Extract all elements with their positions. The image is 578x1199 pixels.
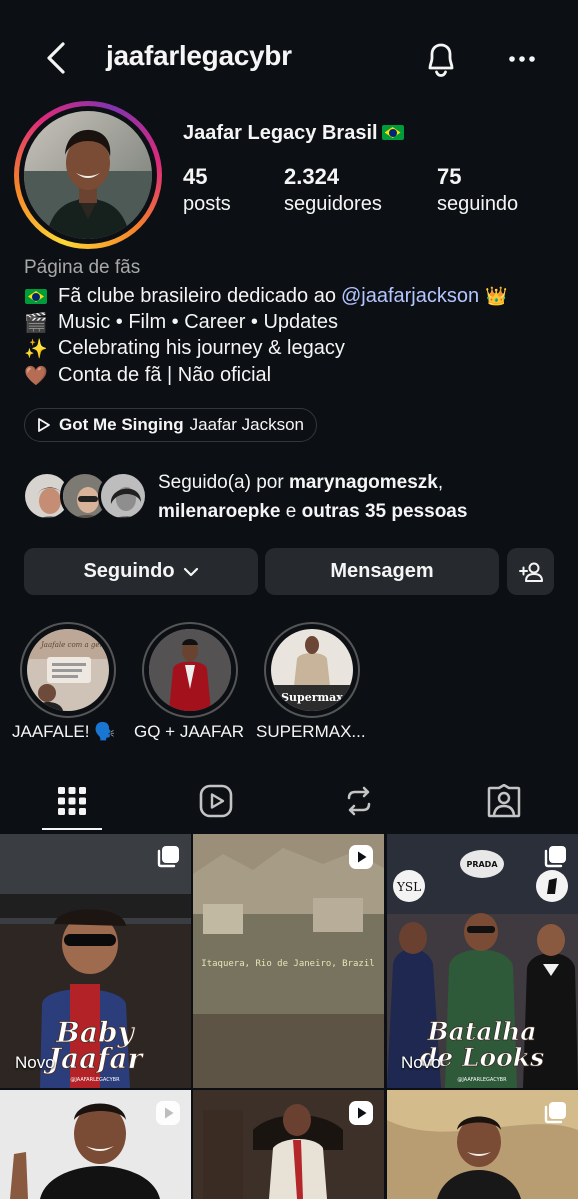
brown-heart-icon: 🤎 (24, 365, 48, 387)
more-icon[interactable] (500, 36, 544, 82)
carousel-icon (544, 846, 566, 868)
highlight-gq-jaafar[interactable] (142, 622, 238, 718)
profile-category: Página de fãs (24, 257, 141, 278)
post-tile[interactable] (387, 1090, 578, 1199)
following-label: seguindo (437, 193, 519, 215)
post-tile[interactable] (193, 1090, 384, 1199)
reel-icon (156, 1101, 180, 1125)
reels-icon (199, 784, 233, 818)
active-tab-indicator (42, 828, 102, 830)
reel-icon (349, 1101, 373, 1125)
avatar (98, 471, 148, 521)
new-badge: Novo (15, 1053, 55, 1072)
posts-count: 45 (183, 164, 208, 189)
suggest-people-button[interactable] (507, 548, 554, 595)
bio-text: Conta de fã | Não oficial (58, 364, 272, 386)
highlight-cover-text: Supermax (281, 691, 343, 704)
sparkles-icon: ✨ (24, 338, 48, 360)
mutual-followers-avatars[interactable] (22, 471, 148, 521)
bio-mention-link[interactable]: @jaafarjackson (341, 285, 479, 308)
bell-icon[interactable] (418, 36, 464, 82)
svg-text:@JAAFARLEGACYBR: @JAAFARLEGACYBR (70, 1077, 120, 1083)
crown-icon: 👑 (485, 286, 508, 306)
music-artist: Jaafar Jackson (189, 415, 304, 434)
svg-text:Jaafar: Jaafar (43, 1042, 145, 1075)
svg-text:YSL: YSL (396, 880, 421, 894)
profile-avatar-story-ring[interactable] (14, 101, 162, 249)
following-button[interactable]: Seguindo (24, 548, 258, 595)
music-song-title: Got Me Singing (59, 415, 184, 434)
bio-line-4: 🤎 Conta de fã | Não oficial (24, 364, 271, 387)
brand-logo: PRADA (466, 860, 498, 869)
svg-text:@JAAFARLEGACYBR: @JAAFARLEGACYBR (457, 1077, 507, 1083)
bio-text: Celebrating his journey & legacy (58, 337, 345, 359)
new-badge: Novo (401, 1053, 441, 1072)
grid-icon (58, 787, 86, 815)
following-count: 75 (437, 164, 462, 189)
followers-count: 2.324 (284, 164, 340, 189)
brazil-flag-icon (381, 125, 404, 140)
carousel-icon (544, 1102, 566, 1124)
bio-line-1: Fã clube brasileiro dedicado ao @jaafarj… (24, 285, 508, 308)
carousel-icon (157, 846, 179, 868)
followed-by-text[interactable]: Seguido(a) por marynagomeszk, milenaroep… (158, 468, 558, 526)
post-caption: Itaquera, Rio de Janeiro, Brazil (201, 959, 374, 969)
mutual-follower-1[interactable]: marynagomeszk (289, 472, 438, 493)
tab-reels[interactable] (186, 776, 246, 826)
post-tile-batalha-de-looks[interactable]: PRADA YSL Batalha de Looks @JAAFARLEGACY… (387, 834, 578, 1088)
brazil-flag-icon (24, 286, 48, 308)
highlight-label: JAAFALE! 🗣️ (12, 722, 116, 741)
post-tile[interactable] (0, 1090, 191, 1199)
stat-following[interactable]: 75 seguindo (437, 163, 518, 217)
bio-text: Fã clube brasileiro dedicado ao (58, 285, 336, 307)
posts-label: posts (183, 193, 231, 215)
followers-label: seguidores (284, 193, 382, 215)
svg-text:Batalha: Batalha (427, 1017, 537, 1046)
mutual-follower-2[interactable]: milenaroepke (158, 501, 281, 522)
bio-text: Music • Film • Career • Updates (58, 311, 338, 333)
post-tile-baby-jaafar[interactable]: Baby Jaafar @JAAFARLEGACYBR (0, 834, 191, 1088)
stat-posts[interactable]: 45 posts (183, 163, 231, 217)
post-tile-reel[interactable]: Itaquera, Rio de Janeiro, Brazil (193, 834, 384, 1088)
highlight-jaafale[interactable]: Jaafale com a gente! (20, 622, 116, 718)
profile-username: jaafarlegacybr (106, 40, 292, 71)
bio-line-3: ✨ Celebrating his journey & legacy (24, 337, 345, 360)
repost-icon (347, 786, 371, 816)
tagged-icon (487, 784, 521, 818)
bio-line-2: 🎬 Music • Film • Career • Updates (24, 311, 338, 334)
reel-icon (349, 845, 373, 869)
highlight-supermax[interactable]: Supermax (264, 622, 360, 718)
tab-tagged[interactable] (474, 776, 534, 826)
mutual-followers-others[interactable]: outras 35 pessoas (302, 501, 468, 522)
play-icon (38, 418, 50, 432)
highlight-cover-text: Jaafale com a gente! (39, 641, 109, 649)
back-arrow-icon[interactable] (38, 38, 74, 78)
chevron-down-icon (183, 567, 198, 576)
profile-avatar (24, 111, 152, 239)
highlight-label: SUPERMAX... (256, 722, 366, 741)
highlight-label: GQ + JAAFAR (134, 722, 245, 741)
top-bar: jaafarlegacybr (0, 0, 578, 115)
tab-reposts[interactable] (329, 776, 389, 826)
stat-followers[interactable]: 2.324 seguidores (284, 163, 382, 217)
tab-grid[interactable] (42, 776, 102, 826)
add-person-icon (518, 562, 543, 582)
clapperboard-icon: 🎬 (24, 312, 48, 334)
message-button[interactable]: Mensagem (265, 548, 499, 595)
profile-music-pill[interactable]: Got Me Singing Jaafar Jackson (24, 408, 317, 442)
profile-display-name: Jaafar Legacy Brasil (183, 122, 404, 145)
